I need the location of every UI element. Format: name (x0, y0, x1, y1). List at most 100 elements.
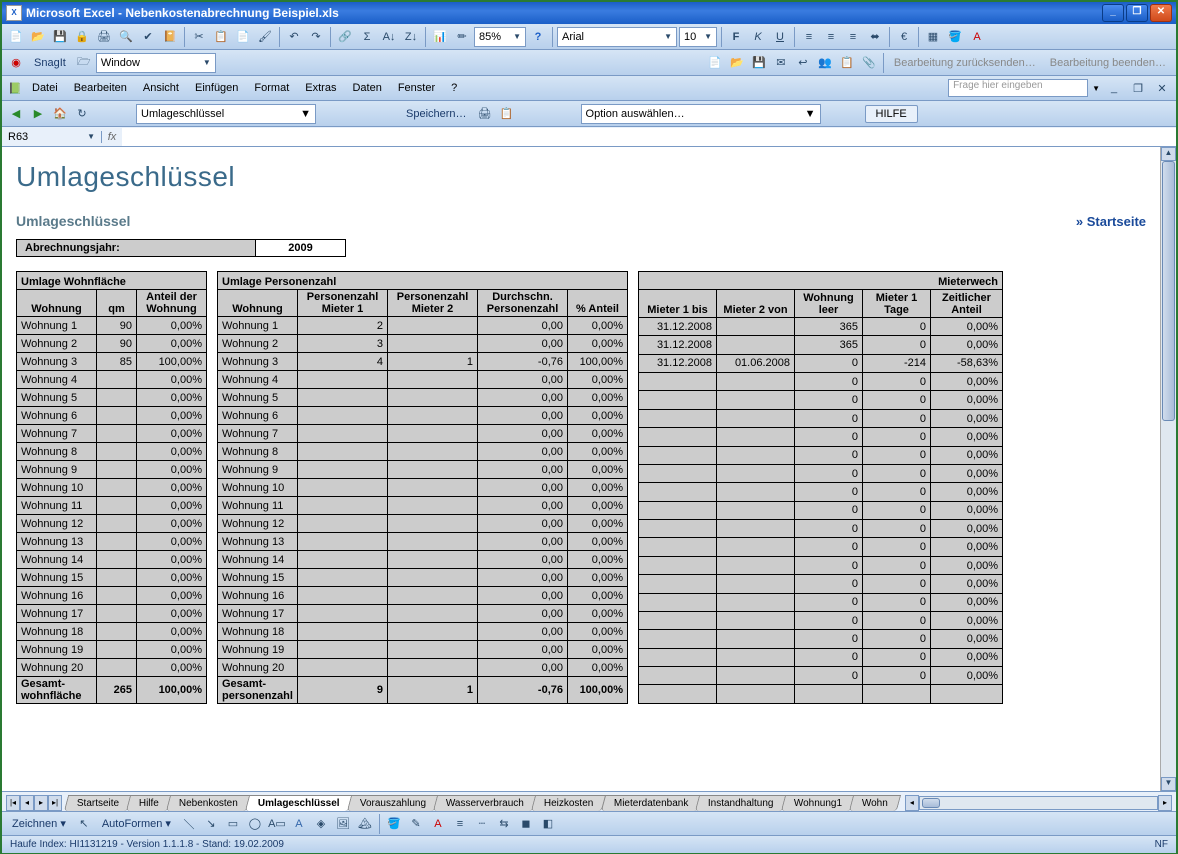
table-row[interactable]: Wohnung 2900,00% (17, 335, 207, 353)
sheet-tab[interactable]: Wohn (849, 795, 901, 811)
line-icon[interactable]: ＼ (179, 814, 199, 834)
oval-icon[interactable]: ◯ (245, 814, 265, 834)
table-row[interactable]: Wohnung 140,000,00% (218, 551, 628, 569)
window-close-icon[interactable]: ✕ (1152, 78, 1172, 98)
table-row[interactable]: Wohnung 190,000,00% (218, 641, 628, 659)
table-row[interactable]: Wohnung 100,000,00% (218, 479, 628, 497)
table-row[interactable]: 31.12.200836500,00% (639, 336, 1003, 354)
table-row[interactable]: Wohnung 230,000,00% (218, 335, 628, 353)
table-row[interactable]: Wohnung 80,000,00% (218, 443, 628, 461)
scroll-thumb[interactable] (1162, 161, 1175, 421)
font-size-dropdown[interactable]: 10▼ (679, 27, 717, 47)
table-row[interactable]: Wohnung 160,000,00% (218, 587, 628, 605)
menu-fenster[interactable]: Fenster (390, 79, 443, 97)
table-row[interactable]: Wohnung 120,000,00% (218, 317, 628, 335)
table-row[interactable]: Wohnung 90,000,00% (218, 461, 628, 479)
open-icon[interactable]: 📂 (28, 27, 48, 47)
redo-icon[interactable]: ↷ (306, 27, 326, 47)
diagram-icon[interactable]: ◈ (311, 814, 331, 834)
table-row[interactable]: Wohnung 40,00% (17, 371, 207, 389)
start-link[interactable]: » Startseite (1076, 214, 1146, 229)
hscroll-left-icon[interactable]: ◂ (905, 795, 919, 811)
copy-icon[interactable]: 📋 (211, 27, 231, 47)
arrow-icon[interactable]: ↘ (201, 814, 221, 834)
scroll-up-icon[interactable]: ▲ (1161, 147, 1176, 161)
table-row[interactable]: 000,00% (639, 373, 1003, 391)
dash-style-icon[interactable]: ┄ (472, 814, 492, 834)
menu-ansicht[interactable]: Ansicht (135, 79, 187, 97)
italic-icon[interactable]: K (748, 27, 768, 47)
table-row[interactable]: Wohnung 160,00% (17, 587, 207, 605)
table-row[interactable]: Wohnung 50,00% (17, 389, 207, 407)
table-row[interactable]: 000,00% (639, 520, 1003, 538)
select-objects-icon[interactable]: ↖ (74, 814, 94, 834)
maximize-button[interactable]: ❐ (1126, 4, 1148, 22)
rectangle-icon[interactable]: ▭ (223, 814, 243, 834)
nav-help-button[interactable]: HILFE (865, 105, 918, 123)
sheet-tab[interactable]: Nebenkosten (166, 795, 251, 811)
textbox-icon[interactable]: A▭ (267, 814, 287, 834)
hscroll-right-icon[interactable]: ▸ (1158, 795, 1172, 811)
drawing-icon[interactable]: ✏ (452, 27, 472, 47)
formula-input[interactable] (122, 128, 1176, 146)
table-row[interactable]: Wohnung 150,000,00% (218, 569, 628, 587)
help-icon[interactable]: ? (528, 27, 548, 47)
table-row[interactable]: Wohnung 200,00% (17, 659, 207, 677)
snagit-icon[interactable]: ◉ (6, 53, 26, 73)
chart-icon[interactable]: 📊 (430, 27, 450, 47)
table-row[interactable]: 000,00% (639, 538, 1003, 556)
menu-extras[interactable]: Extras (297, 79, 344, 97)
table-row[interactable]: 000,00% (639, 630, 1003, 648)
nav-back-icon[interactable]: ◀ (6, 104, 26, 124)
tab-first-icon[interactable]: |◂ (6, 795, 20, 811)
autoshapes-button[interactable]: AutoFormen ▾ (96, 817, 177, 830)
merge-center-icon[interactable]: ⬌ (865, 27, 885, 47)
year-value[interactable]: 2009 (256, 239, 346, 257)
sheet-tab[interactable]: Wohnung1 (781, 795, 855, 811)
nav-fwd-icon[interactable]: ▶ (28, 104, 48, 124)
nav-option-dropdown[interactable]: Option auswählen…▼ (581, 104, 821, 124)
table-row[interactable]: 31.12.200801.06.20080-214-58,63% (639, 354, 1003, 372)
save-icon[interactable]: 💾 (50, 27, 70, 47)
table-row[interactable]: Wohnung 150,00% (17, 569, 207, 587)
table-row[interactable]: Wohnung 120,00% (17, 515, 207, 533)
table-row[interactable]: 000,00% (639, 428, 1003, 446)
table-row[interactable]: Wohnung 170,00% (17, 605, 207, 623)
table-row[interactable]: 000,00% (639, 575, 1003, 593)
print-icon[interactable]: 🖨 (94, 27, 114, 47)
ws-tasks-icon[interactable]: 📋 (837, 53, 857, 73)
font-color-icon[interactable]: A (967, 27, 987, 47)
menu-datei[interactable]: Datei (24, 79, 66, 97)
table-row[interactable]: 000,00% (639, 464, 1003, 482)
align-right-icon[interactable]: ≡ (843, 27, 863, 47)
edit-revert-button[interactable]: Bearbeitung zurücksenden… (888, 57, 1042, 69)
ws-open-icon[interactable]: 📂 (727, 53, 747, 73)
table-row[interactable]: Wohnung 60,00% (17, 407, 207, 425)
worksheet[interactable]: Umlageschlüssel Umlageschlüssel » Starts… (2, 147, 1160, 791)
paste-icon[interactable]: 📄 (233, 27, 253, 47)
line-color-icon[interactable]: ✎ (406, 814, 426, 834)
ws-mail-icon[interactable]: ✉ (771, 53, 791, 73)
bold-icon[interactable]: F (726, 27, 746, 47)
ws-save-icon[interactable]: 💾 (749, 53, 769, 73)
menu-daten[interactable]: Daten (344, 79, 389, 97)
nav-refresh-icon[interactable]: ↻ (72, 104, 92, 124)
picture-icon[interactable]: 🏔 (355, 814, 375, 834)
menu-help[interactable]: ? (443, 79, 465, 97)
table-row[interactable]: Wohnung 70,000,00% (218, 425, 628, 443)
table-row[interactable]: Wohnung 100,00% (17, 479, 207, 497)
tab-last-icon[interactable]: ▸| (48, 795, 62, 811)
underline-icon[interactable]: U (770, 27, 790, 47)
table-row[interactable]: Wohnung 385100,00% (17, 353, 207, 371)
table-row[interactable]: 000,00% (639, 611, 1003, 629)
table-row[interactable]: Wohnung 130,000,00% (218, 533, 628, 551)
menu-format[interactable]: Format (246, 79, 297, 97)
table-row[interactable]: 000,00% (639, 446, 1003, 464)
ws-reply-icon[interactable]: ↩ (793, 53, 813, 73)
snagit-dir-icon[interactable]: 🗁 (74, 53, 94, 73)
align-left-icon[interactable]: ≡ (799, 27, 819, 47)
draw-label[interactable]: Zeichnen ▾ (6, 817, 72, 830)
print-preview-icon[interactable]: 🔍 (116, 27, 136, 47)
table-row[interactable]: 000,00% (639, 501, 1003, 519)
font-color-draw-icon[interactable]: A (428, 814, 448, 834)
